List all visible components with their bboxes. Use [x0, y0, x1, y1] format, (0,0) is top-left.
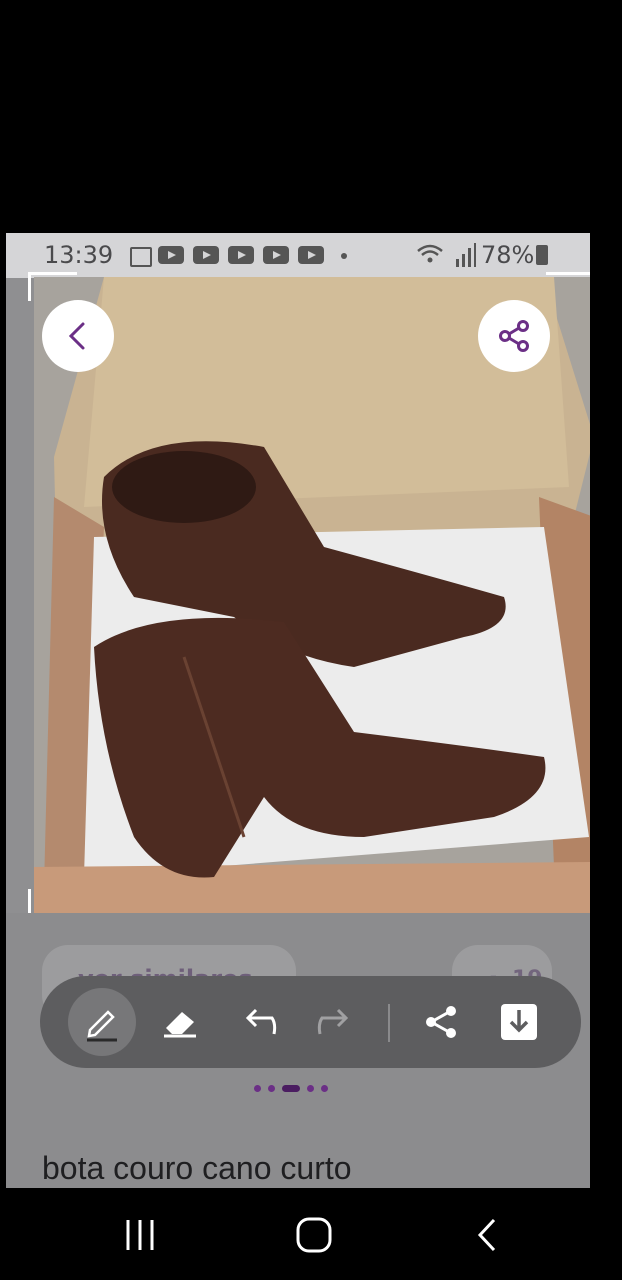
boot-box-image — [34, 277, 590, 913]
back-button[interactable] — [42, 300, 114, 372]
product-photo[interactable] — [34, 277, 590, 913]
crop-corner-top-left[interactable] — [28, 272, 77, 301]
redo-icon — [317, 1008, 349, 1035]
product-title: bota couro cano curto — [42, 1150, 352, 1186]
recent-apps-button[interactable] — [120, 1216, 160, 1256]
download-button[interactable] — [485, 988, 553, 1056]
pen-tool-button[interactable] — [68, 988, 136, 1056]
chevron-left-icon — [68, 322, 85, 350]
screenshot-edit-toolbar — [40, 976, 581, 1068]
youtube-icon — [193, 246, 219, 264]
carousel-dot[interactable] — [307, 1085, 314, 1092]
youtube-icon — [298, 246, 324, 264]
share-product-button[interactable] — [478, 300, 550, 372]
eraser-icon — [164, 1012, 196, 1038]
pen-icon — [87, 1010, 117, 1042]
status-time: 13:39 — [44, 241, 114, 269]
eraser-tool-button[interactable] — [146, 988, 214, 1056]
toolbar-divider — [388, 1004, 390, 1042]
undo-icon — [245, 1008, 277, 1035]
shopping-bag-icon — [130, 247, 152, 267]
dot-icon — [341, 253, 347, 259]
crop-corner-top-right[interactable] — [546, 272, 590, 301]
carousel-dot[interactable] — [268, 1085, 275, 1092]
home-button[interactable] — [292, 1216, 336, 1256]
undo-button[interactable] — [226, 988, 294, 1056]
battery-text: 78% — [481, 241, 535, 269]
system-nav-bar — [0, 1188, 622, 1280]
carousel-dot-active[interactable] — [282, 1085, 300, 1092]
battery-icon — [536, 245, 548, 265]
youtube-icon — [228, 246, 254, 264]
download-icon — [501, 1004, 537, 1040]
youtube-icon — [263, 246, 289, 264]
youtube-icon — [158, 246, 184, 264]
wifi-signal-icon — [417, 243, 476, 267]
share-icon — [426, 1006, 456, 1038]
carousel-dot[interactable] — [254, 1085, 261, 1092]
share-icon — [499, 320, 529, 352]
redo-button[interactable] — [300, 988, 368, 1056]
back-nav-button[interactable] — [470, 1216, 506, 1256]
status-bar: 13:39 78% — [6, 233, 590, 278]
carousel-dot[interactable] — [321, 1085, 328, 1092]
share-screenshot-button[interactable] — [407, 988, 475, 1056]
